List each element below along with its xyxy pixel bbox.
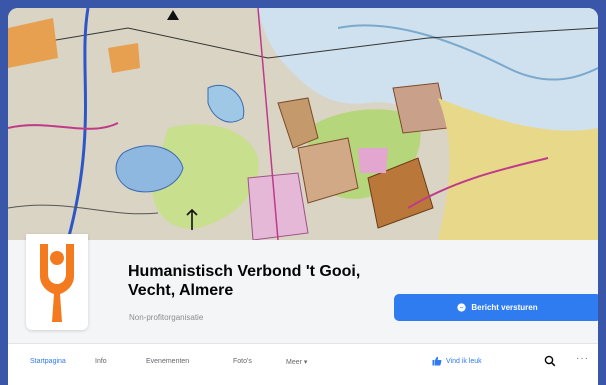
tab-fotos[interactable]: Foto's	[233, 358, 252, 365]
tab-evenementen[interactable]: Evenementen	[146, 358, 189, 365]
profile-avatar[interactable]	[26, 234, 88, 330]
cover-photo-map[interactable]	[8, 8, 598, 240]
tab-info[interactable]: Info	[95, 358, 107, 365]
tab-startpagina[interactable]: Startpagina	[30, 358, 66, 365]
like-button-label: Vind ik leuk	[446, 357, 482, 365]
tab-meer-label: Meer	[286, 359, 302, 366]
more-options-icon[interactable]: ···	[576, 353, 589, 364]
send-message-label: Bericht versturen	[471, 303, 538, 312]
like-button[interactable]: Vind ik leuk	[432, 356, 482, 366]
tab-meer[interactable]: Meer ▾	[286, 358, 307, 366]
thumbs-up-icon	[432, 356, 442, 366]
humanist-figure-logo-icon	[40, 244, 74, 322]
send-message-button[interactable]: Bericht versturen	[394, 294, 598, 321]
search-icon[interactable]	[544, 355, 556, 367]
messenger-icon	[457, 303, 467, 312]
facebook-page-card: Humanistisch Verbond 't Gooi, Vecht, Alm…	[8, 8, 598, 385]
profile-header: Humanistisch Verbond 't Gooi, Vecht, Alm…	[8, 234, 598, 343]
page-title: Humanistisch Verbond 't Gooi, Vecht, Alm…	[128, 263, 361, 299]
page-category: Non-profitorganisatie	[129, 313, 204, 322]
chevron-down-icon: ▾	[303, 359, 308, 366]
page-tabs-bar: Startpagina Info Evenementen Foto's Meer…	[8, 343, 598, 385]
